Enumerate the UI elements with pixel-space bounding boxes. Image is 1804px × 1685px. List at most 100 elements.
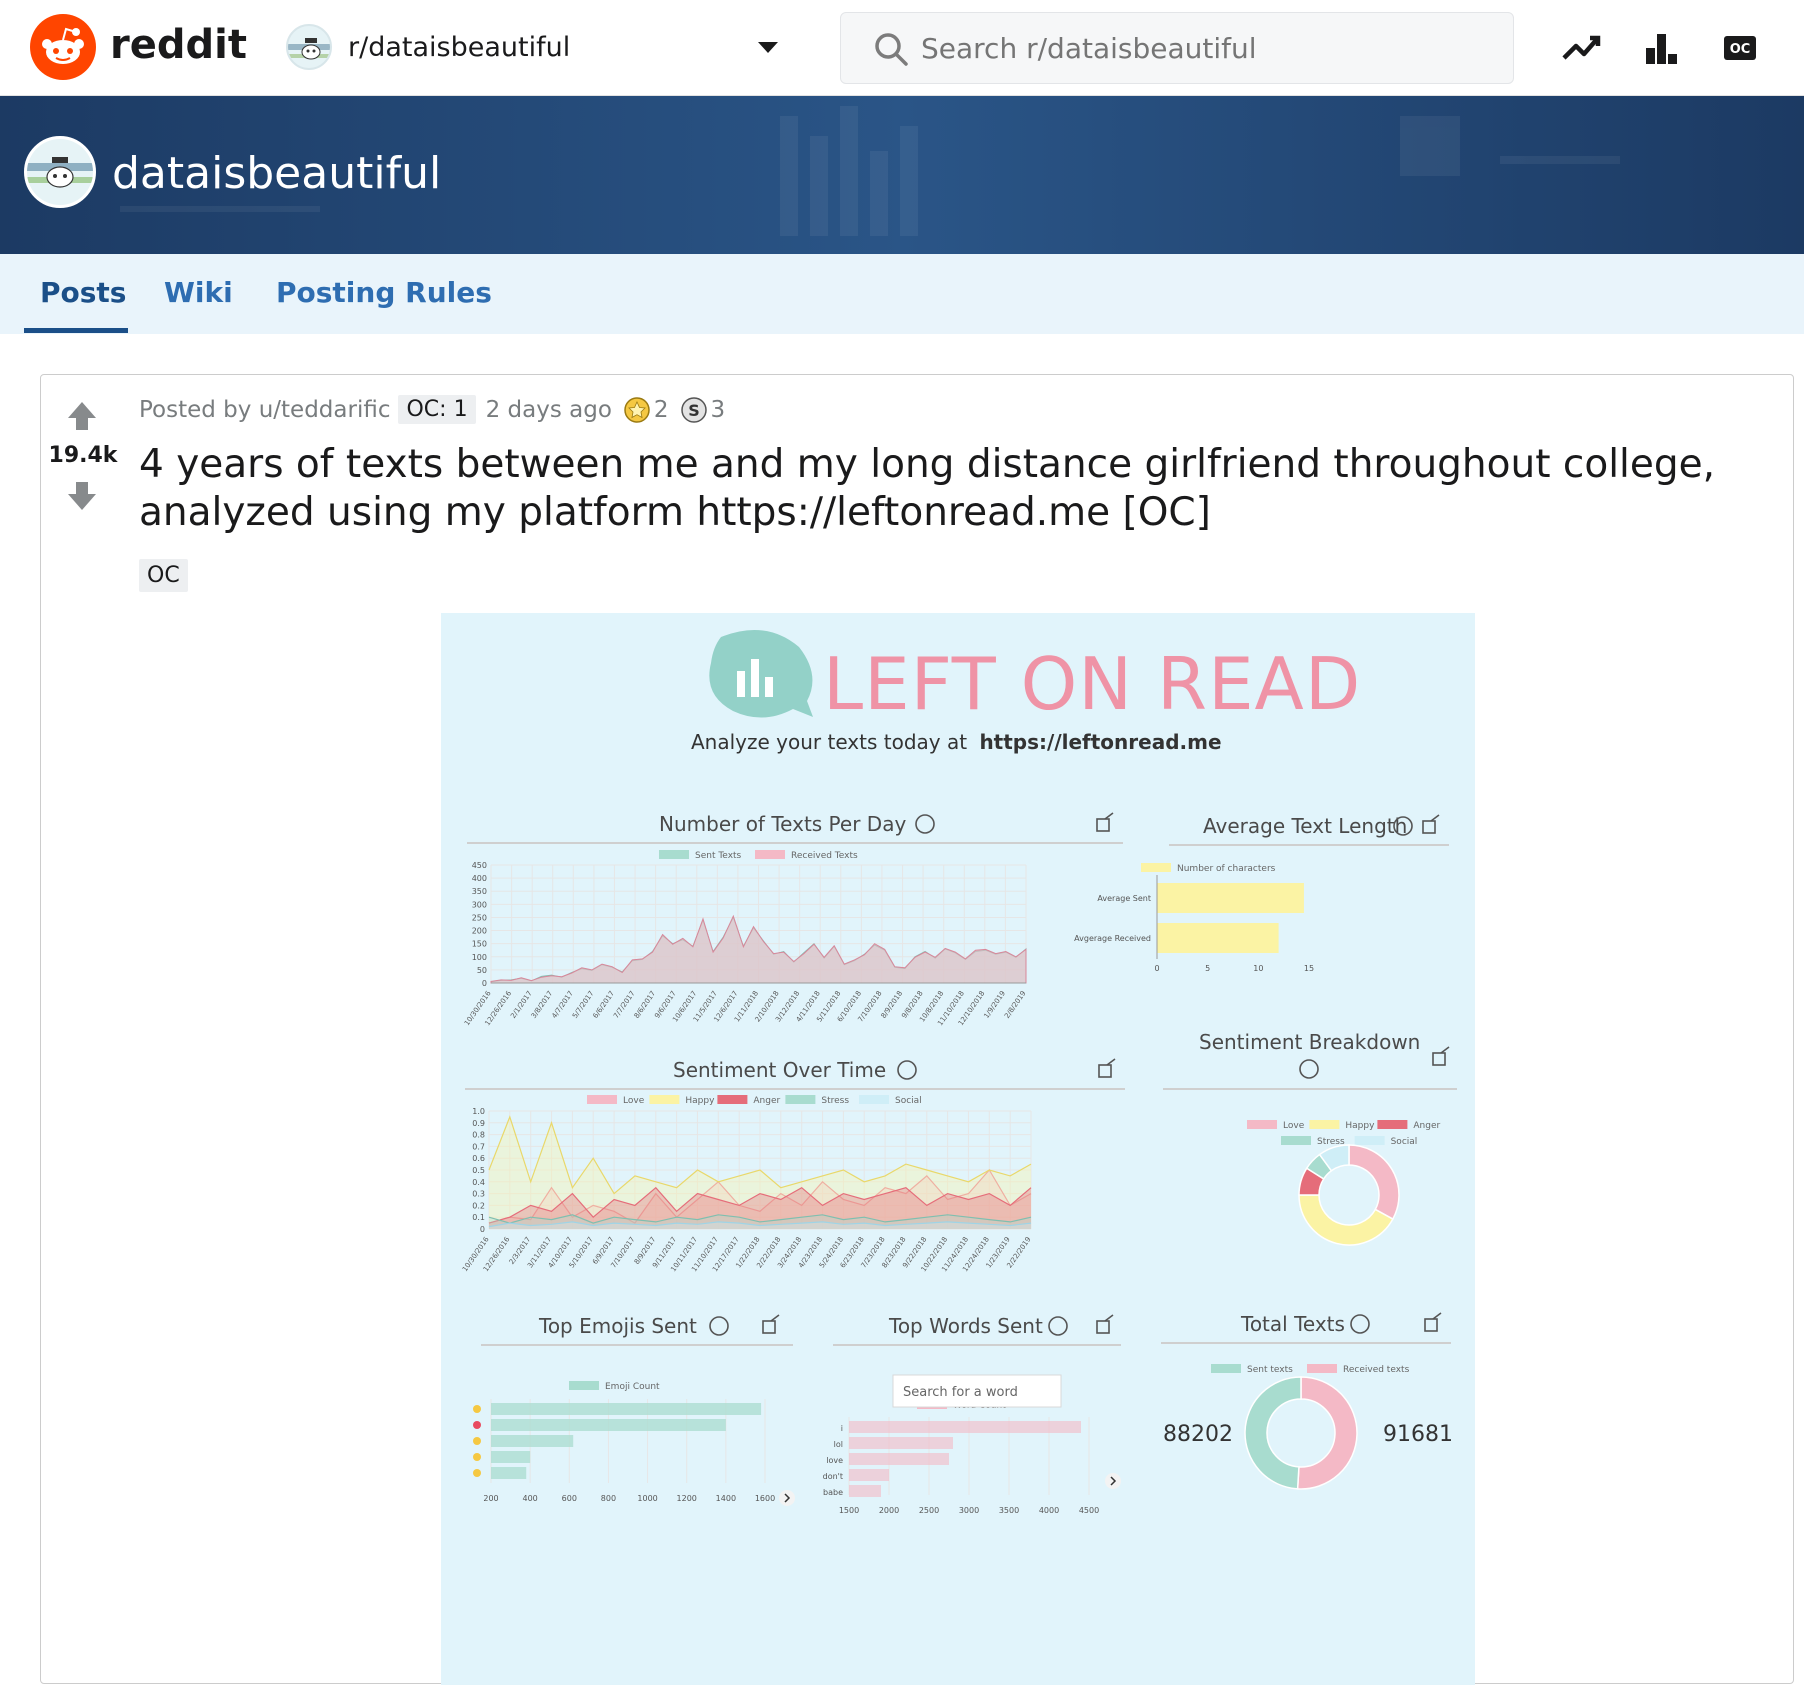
legend-swatch bbox=[587, 1095, 617, 1104]
subreddit-name[interactable]: r/dataisbeautiful bbox=[348, 32, 570, 63]
left-on-read-logo: LEFT ON READ bbox=[709, 629, 1361, 726]
y-tick-label: 50 bbox=[477, 966, 487, 975]
post-time[interactable]: 2 days ago bbox=[486, 397, 612, 423]
x-tick-label: 1600 bbox=[755, 1494, 775, 1503]
emoji-icon bbox=[473, 1421, 481, 1429]
subreddit-title: dataisbeautiful bbox=[112, 148, 442, 199]
total-received-number: 91681 bbox=[1383, 1422, 1453, 1447]
legend-swatch bbox=[1354, 1136, 1385, 1145]
vote-score: 19.4k bbox=[48, 443, 118, 468]
panel-title-sentiment-time: Sentiment Over Time bbox=[673, 1058, 886, 1082]
export-icon bbox=[1096, 1314, 1114, 1334]
legend-swatch bbox=[1281, 1136, 1311, 1145]
help-icon bbox=[897, 1060, 917, 1080]
legend-swatch bbox=[859, 1095, 889, 1104]
top-words-chart: Word Count1500200025003000350040004500il… bbox=[823, 1400, 1099, 1515]
y-tick-label: 0.9 bbox=[472, 1119, 485, 1128]
x-tick-label: 3500 bbox=[999, 1506, 1019, 1515]
downvote-icon[interactable] bbox=[65, 479, 99, 513]
export-icon bbox=[1096, 812, 1114, 832]
x-tick-label: 2000 bbox=[879, 1506, 899, 1515]
reddit-logo-icon[interactable] bbox=[30, 14, 96, 80]
post-title[interactable]: 4 years of texts between me and my long … bbox=[139, 441, 1779, 537]
legend-label: Happy bbox=[685, 1096, 715, 1106]
export-icon bbox=[1098, 1058, 1116, 1078]
legend-label: Anger bbox=[1413, 1121, 1440, 1131]
bar bbox=[1157, 923, 1279, 953]
legend-label: Sent texts bbox=[1247, 1365, 1293, 1375]
search-bar[interactable] bbox=[840, 12, 1514, 84]
legend-label: Emoji Count bbox=[605, 1382, 660, 1392]
silver-award-icon[interactable]: S bbox=[680, 396, 707, 423]
top-navbar: reddit r/dataisbeautiful OC bbox=[0, 0, 1804, 96]
emoji-icon bbox=[473, 1405, 481, 1413]
x-tick-label: 0 bbox=[1154, 964, 1159, 973]
bar bbox=[491, 1419, 726, 1431]
export-icon bbox=[1422, 814, 1440, 834]
x-tick-label: 4500 bbox=[1079, 1506, 1099, 1515]
leaderboard-icon[interactable] bbox=[1640, 26, 1684, 70]
search-input[interactable] bbox=[921, 25, 1481, 71]
reddit-wordmark[interactable]: reddit bbox=[110, 22, 247, 68]
logo-text: LEFT ON READ bbox=[823, 642, 1361, 726]
legend-label: Anger bbox=[753, 1096, 780, 1106]
emoji-icon bbox=[473, 1469, 481, 1477]
word-search-placeholder: Search for a word bbox=[903, 1385, 1018, 1400]
y-tick-label: lol bbox=[834, 1440, 843, 1449]
oc-badge-icon[interactable]: OC bbox=[1718, 26, 1762, 70]
y-tick-label: 100 bbox=[472, 953, 487, 962]
post-image[interactable]: LEFT ON READ Analyze your texts today at… bbox=[441, 613, 1475, 1685]
texts-per-day-chart: Sent Texts Received Texts 450 400 350 300 250 2… bbox=[463, 850, 1028, 1027]
bar bbox=[1157, 883, 1304, 913]
x-tick-label: 5 bbox=[1205, 964, 1210, 973]
tab-wiki[interactable]: Wiki bbox=[164, 276, 233, 309]
legend-label: Received Texts bbox=[791, 851, 858, 861]
legend-label: Social bbox=[895, 1096, 922, 1106]
x-tick-label: 4000 bbox=[1039, 1506, 1059, 1515]
help-icon bbox=[1299, 1059, 1319, 1079]
y-tick-label: 0.6 bbox=[472, 1154, 485, 1163]
y-tick-label: love bbox=[826, 1456, 843, 1465]
x-tick-label: 15 bbox=[1304, 964, 1314, 973]
y-tick-label: 450 bbox=[472, 861, 487, 870]
x-tick-label: 1000 bbox=[637, 1494, 657, 1503]
post-card[interactable]: 19.4k Posted by u/teddarific OC: 1 2 day… bbox=[40, 374, 1794, 1685]
subreddit-banner: dataisbeautiful bbox=[0, 96, 1804, 254]
slice-received bbox=[1296, 1376, 1358, 1490]
y-tick-label: 0.7 bbox=[472, 1142, 485, 1151]
legend-swatch bbox=[649, 1095, 680, 1104]
gold-award-count: 2 bbox=[653, 396, 669, 423]
svg-text:OC: OC bbox=[1730, 42, 1751, 57]
y-tick-label: 0.3 bbox=[472, 1190, 485, 1199]
legend-label: Happy bbox=[1345, 1121, 1375, 1131]
y-tick-label: 1.0 bbox=[472, 1107, 485, 1116]
trending-icon[interactable] bbox=[1560, 26, 1604, 70]
subreddit-avatar bbox=[286, 24, 332, 70]
chevron-down-icon[interactable] bbox=[758, 42, 778, 53]
post-flair[interactable]: OC bbox=[139, 559, 188, 592]
panel-title-top-emojis: Top Emojis Sent bbox=[538, 1314, 697, 1338]
sentiment-breakdown-chart: Love Happy AngerStress Social bbox=[1247, 1120, 1441, 1246]
search-icon bbox=[875, 33, 908, 66]
x-tick-label: 1200 bbox=[677, 1494, 697, 1503]
tab-posts[interactable]: Posts bbox=[40, 276, 126, 309]
help-icon bbox=[1350, 1314, 1370, 1334]
legend-label: Number of characters bbox=[1177, 864, 1276, 874]
total-sent-number: 88202 bbox=[1163, 1422, 1233, 1447]
y-tick-label: 350 bbox=[472, 887, 487, 896]
gold-award-icon[interactable] bbox=[624, 396, 650, 423]
emoji-icon bbox=[473, 1437, 481, 1445]
tab-posting-rules[interactable]: Posting Rules bbox=[276, 276, 492, 309]
chevron-right-icon bbox=[779, 1490, 795, 1506]
legend-swatch bbox=[1141, 863, 1171, 872]
legend-swatch bbox=[1307, 1364, 1337, 1373]
y-tick-label: 0.8 bbox=[472, 1131, 485, 1140]
panel-title-avg-length: Average Text Length bbox=[1203, 814, 1407, 838]
y-tick-label: 0.1 bbox=[472, 1213, 485, 1222]
svg-text:S: S bbox=[688, 401, 700, 420]
x-tick-label: 3000 bbox=[959, 1506, 979, 1515]
legend-swatch bbox=[755, 850, 785, 859]
post-author[interactable]: Posted by u/teddarific bbox=[139, 397, 390, 423]
upvote-icon[interactable] bbox=[65, 399, 99, 433]
bar bbox=[849, 1453, 949, 1465]
